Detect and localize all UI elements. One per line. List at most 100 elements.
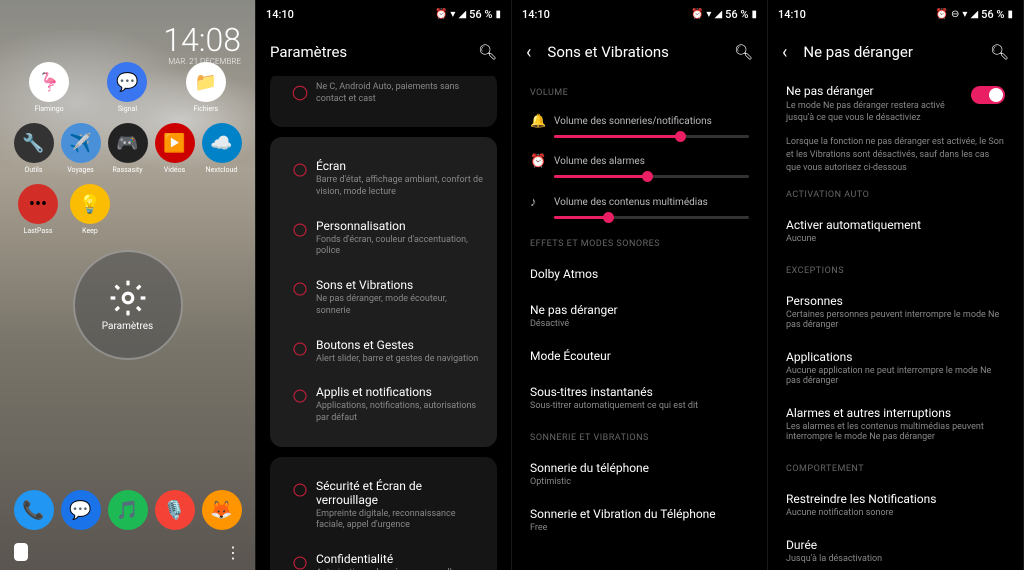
slider-2[interactable]: ♪Volume des contenus multimédias (526, 186, 753, 227)
section-effects: EFFETS ET MODES SONORES (530, 239, 749, 249)
section-auto: ACTIVATION AUTO (786, 190, 1005, 200)
setting-boutons-et-gestes[interactable]: Boutons et GestesAlert slider, barre et … (280, 328, 487, 376)
app-flamingo[interactable]: 🦩 Flamingo (27, 62, 71, 113)
auto-activate[interactable]: Activer automatiquement Aucune (782, 208, 1009, 254)
battery-icon: ▮ (1007, 9, 1013, 20)
app-icon: 💡 (70, 184, 110, 224)
app-rassasity[interactable]: 🎮Rassasity (106, 123, 150, 174)
section-ring: SONNERIE ET VIBRATIONS (530, 433, 749, 443)
alarm-icon: ⏰ (435, 9, 447, 20)
signal-icon: ◢ (458, 9, 466, 20)
search-icon[interactable]: 🔍︎ (478, 43, 497, 61)
toggle-switch[interactable] (971, 86, 1005, 104)
setting-écran[interactable]: ÉcranBarre d'état, affichage ambiant, co… (280, 149, 487, 208)
item-restreindre-les-notifications[interactable]: Restreindre les NotificationsAucune noti… (782, 482, 1009, 528)
app-label: LastPass (24, 227, 53, 235)
card-connectivity-cut: Ne C, Android Auto, paiements sans conta… (270, 76, 497, 127)
item-applications[interactable]: ApplicationsAucune application ne peut i… (782, 340, 1009, 396)
back-button[interactable]: ‹ (782, 42, 787, 63)
page-title: Sons et Vibrations (547, 43, 734, 61)
slider-track[interactable] (554, 216, 749, 219)
dock-app[interactable]: 📞 (14, 490, 54, 530)
item-durée[interactable]: DuréeJusqu'à la désactivation (782, 528, 1009, 570)
app-lastpass[interactable]: •••LastPass (16, 184, 60, 235)
settings-screen: 14:10 ⏰▾◢56 %▮ Paramètres 🔍︎ Ne C, Andro… (256, 0, 512, 570)
back-button[interactable]: ‹ (526, 42, 531, 63)
setting-sécurité-et-écran-de-verrouillage[interactable]: Sécurité et Écran de verrouillageEmprein… (280, 469, 487, 542)
slider-thumb[interactable] (642, 171, 653, 182)
status-bar: 14:10 ⏰▾◢56 %▮ (256, 0, 511, 28)
app-voyages[interactable]: ✈️Voyages (59, 123, 103, 174)
page-title: Paramètres (270, 43, 478, 61)
app-signal[interactable]: 💬Signal (105, 62, 149, 113)
app-grid: 🦩 Flamingo 💬Signal 📁 Fichiers 🔧Outils✈️Voyag… (0, 56, 255, 251)
dock-app[interactable]: 🎵 (108, 490, 148, 530)
status-time: 14:10 (522, 8, 550, 21)
slider-icon: ⏰ (530, 154, 554, 169)
status-time: 14:10 (266, 8, 294, 21)
app-vidéos[interactable]: ▶️Vidéos (153, 123, 197, 174)
wifi-icon: ▾ (706, 9, 711, 20)
setting-icon (284, 159, 316, 179)
search-icon[interactable]: 🔍︎ (734, 43, 753, 61)
battery-text: 56 % (981, 8, 1004, 21)
clock-time: 14:08 (163, 24, 241, 56)
app-label: Rassasity (112, 166, 142, 174)
alarm-icon: ⏰ (936, 9, 948, 20)
item-personnes[interactable]: PersonnesCertaines personnes peuvent int… (782, 284, 1009, 340)
slider-thumb[interactable] (675, 131, 686, 142)
item-alarmes-et-autres-interruptions[interactable]: Alarmes et autres interruptionsLes alarm… (782, 396, 1009, 452)
slider-1[interactable]: ⏰Volume des alarmes (526, 146, 753, 186)
dnd-toggle-row[interactable]: Ne pas déranger Le mode Ne pas déranger … (782, 76, 1009, 132)
setting-applis-et-notifications[interactable]: Applis et notificationsApplications, not… (280, 375, 487, 434)
item-sonnerie-et-vibration-du-téléphone[interactable]: Sonnerie et Vibration du TéléphoneFree (526, 497, 753, 543)
setting-icon (284, 552, 316, 570)
setting-icon (284, 338, 316, 358)
app-nextcloud[interactable]: ☁️Nextcloud (200, 123, 244, 174)
toggle-title: Ne pas déranger (786, 84, 963, 98)
slider-0[interactable]: 🔔Volume des sonneries/notifications (526, 106, 753, 146)
dock-app[interactable]: 🦊 (202, 490, 242, 530)
settings-label: Paramètres (102, 321, 153, 332)
app-outils[interactable]: 🔧Outils (12, 123, 56, 174)
search-icon[interactable]: 🔍︎ (990, 43, 1009, 61)
header: ‹ Sons et Vibrations 🔍︎ (512, 28, 767, 76)
setting-item[interactable]: Ne C, Android Auto, paiements sans conta… (280, 76, 487, 115)
app-label: Flamingo (35, 105, 64, 113)
app-label: Fichiers (194, 105, 219, 113)
setting-sons-et-vibrations[interactable]: Sons et VibrationsNe pas déranger, mode … (280, 268, 487, 327)
battery-icon: ▮ (751, 9, 757, 20)
alarm-icon: ⏰ (691, 9, 703, 20)
dock-app[interactable]: 🎙️ (155, 490, 195, 530)
slider-icon: 🔔 (530, 114, 554, 129)
app-icon: 📁 (186, 62, 226, 102)
item-ne-pas-déranger[interactable]: Ne pas dérangerDésactivé (526, 293, 753, 339)
item-sonnerie-du-téléphone[interactable]: Sonnerie du téléphoneOptimistic (526, 451, 753, 497)
header: ‹ Ne pas déranger 🔍︎ (768, 28, 1023, 76)
app-keep[interactable]: 💡Keep (68, 184, 112, 235)
item-mode-écouteur[interactable]: Mode Écouteur (526, 339, 753, 375)
section-volume: VOLUME (530, 88, 749, 98)
setting-confidentialité[interactable]: ConfidentialitéAutorisations, données pe… (280, 542, 487, 570)
page-title: Ne pas déranger (803, 43, 990, 61)
dock-app[interactable]: 💬 (61, 490, 101, 530)
nav-menu[interactable]: ⋮ (225, 543, 241, 562)
slider-track[interactable] (554, 135, 749, 138)
nav-home[interactable] (14, 543, 28, 561)
app-icon: ▶️ (155, 123, 195, 163)
status-bar: 14:10 ⏰▾◢56 %▮ (512, 0, 767, 28)
app-icon: 🦩 (29, 62, 69, 102)
app-fichiers[interactable]: 📁 Fichiers (184, 62, 228, 113)
battery-text: 56 % (469, 8, 492, 21)
slider-track[interactable] (554, 175, 749, 178)
slider-thumb[interactable] (603, 212, 614, 223)
card-security: Sécurité et Écran de verrouillageEmprein… (270, 457, 497, 570)
toggle-sub: Le mode Ne pas déranger restera activé j… (786, 101, 963, 124)
item-sous-titres-instantanés[interactable]: Sous-titres instantanésSous-titrer autom… (526, 375, 753, 421)
setting-personnalisation[interactable]: PersonnalisationFonds d'écran, couleur d… (280, 209, 487, 268)
dnd-screen: 14:10 ⏰⊖▾◢56 %▮ ‹ Ne pas déranger 🔍︎ Ne … (768, 0, 1024, 570)
item-dolby-atmos[interactable]: Dolby Atmos (526, 257, 753, 293)
settings-shortcut[interactable]: Paramètres (73, 250, 183, 360)
battery-text: 56 % (725, 8, 748, 21)
battery-icon: ▮ (495, 9, 501, 20)
